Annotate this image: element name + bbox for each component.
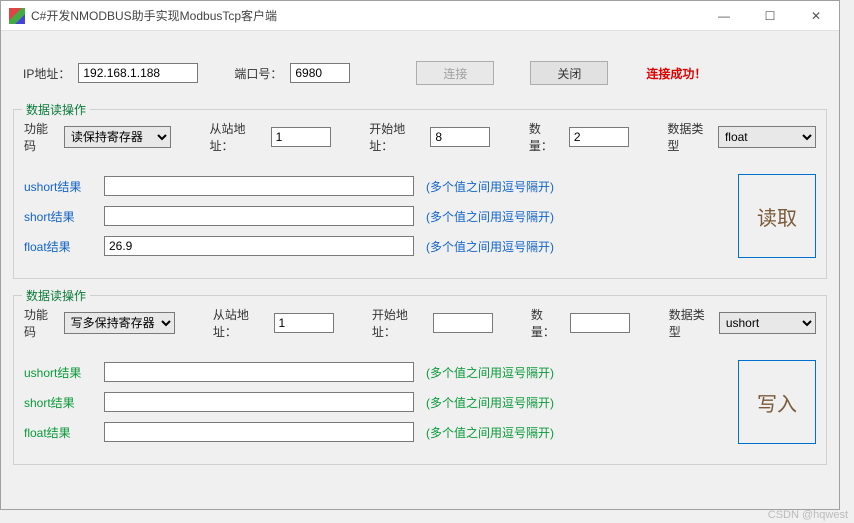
read-qty-label: 数量： xyxy=(529,120,561,154)
write-dtype-label: 数据类型 xyxy=(669,306,711,340)
write-func-select[interactable]: 写多保持寄存器 xyxy=(64,312,175,334)
write-legend: 数据读操作 xyxy=(22,287,90,304)
write-button[interactable]: 写入 xyxy=(738,360,816,444)
read-results: ushort结果 (多个值之间用逗号隔开) short结果 (多个值之间用逗号隔… xyxy=(24,166,724,266)
ip-label: IP地址： xyxy=(23,65,70,82)
read-slave-label: 从站地址： xyxy=(209,120,262,154)
write-short-label: short结果 xyxy=(24,394,100,411)
write-float-label: float结果 xyxy=(24,424,100,441)
window-controls: — ☐ ✕ xyxy=(701,1,839,31)
read-slave-input[interactable] xyxy=(271,127,331,147)
read-groupbox: 数据读操作 功能码 读保持寄存器 从站地址： 开始地址： 数量： 数据类型 fl… xyxy=(13,109,827,279)
write-func-label: 功能码 xyxy=(24,306,56,340)
app-window: C#开发NMODBUS助手实现ModbusTcp客户端 — ☐ ✕ IP地址： … xyxy=(0,0,840,510)
write-qty-input[interactable] xyxy=(570,313,630,333)
write-groupbox: 数据读操作 功能码 写多保持寄存器 从站地址： 开始地址： 数量： 数据类型 u… xyxy=(13,295,827,465)
write-short-input[interactable] xyxy=(104,392,414,412)
connect-button[interactable]: 连接 xyxy=(416,61,494,85)
write-params: 功能码 写多保持寄存器 从站地址： 开始地址： 数量： 数据类型 ushort xyxy=(24,306,816,340)
read-params: 功能码 读保持寄存器 从站地址： 开始地址： 数量： 数据类型 float xyxy=(24,120,816,154)
close-button[interactable]: 关闭 xyxy=(530,61,608,85)
read-short-label: short结果 xyxy=(24,208,100,225)
write-float-input[interactable] xyxy=(104,422,414,442)
read-qty-input[interactable] xyxy=(569,127,629,147)
write-qty-label: 数量： xyxy=(531,306,563,340)
write-short-hint: (多个值之间用逗号隔开) xyxy=(426,394,554,411)
read-dtype-label: 数据类型 xyxy=(667,120,710,154)
read-button[interactable]: 读取 xyxy=(738,174,816,258)
read-float-hint: (多个值之间用逗号隔开) xyxy=(426,238,554,255)
minimize-button[interactable]: — xyxy=(701,1,747,31)
app-icon xyxy=(9,8,25,24)
client-area: IP地址： 端口号： 连接 关闭 连接成功！ 数据读操作 功能码 读保持寄存器 … xyxy=(1,31,839,509)
read-start-input[interactable] xyxy=(430,127,490,147)
write-slave-label: 从站地址： xyxy=(213,306,266,340)
write-ushort-hint: (多个值之间用逗号隔开) xyxy=(426,364,554,381)
read-legend: 数据读操作 xyxy=(22,101,90,118)
write-start-label: 开始地址： xyxy=(372,306,425,340)
read-short-input[interactable] xyxy=(104,206,414,226)
window-title: C#开发NMODBUS助手实现ModbusTcp客户端 xyxy=(31,7,701,24)
read-ushort-hint: (多个值之间用逗号隔开) xyxy=(426,178,554,195)
write-ushort-input[interactable] xyxy=(104,362,414,382)
write-slave-input[interactable] xyxy=(274,313,334,333)
write-results: ushort结果 (多个值之间用逗号隔开) short结果 (多个值之间用逗号隔… xyxy=(24,352,724,452)
maximize-button[interactable]: ☐ xyxy=(747,1,793,31)
write-dtype-select[interactable]: ushort xyxy=(719,312,816,334)
read-ushort-input[interactable] xyxy=(104,176,414,196)
close-window-button[interactable]: ✕ xyxy=(793,1,839,31)
connection-row: IP地址： 端口号： 连接 关闭 连接成功！ xyxy=(13,43,827,105)
port-input[interactable] xyxy=(290,63,350,83)
read-float-label: float结果 xyxy=(24,238,100,255)
read-dtype-select[interactable]: float xyxy=(718,126,816,148)
titlebar: C#开发NMODBUS助手实现ModbusTcp客户端 — ☐ ✕ xyxy=(1,1,839,31)
read-ushort-label: ushort结果 xyxy=(24,178,100,195)
port-label: 端口号： xyxy=(234,65,282,82)
read-short-hint: (多个值之间用逗号隔开) xyxy=(426,208,554,225)
read-func-select[interactable]: 读保持寄存器 xyxy=(64,126,171,148)
write-ushort-label: ushort结果 xyxy=(24,364,100,381)
connection-status: 连接成功！ xyxy=(646,65,706,82)
write-float-hint: (多个值之间用逗号隔开) xyxy=(426,424,554,441)
write-start-input[interactable] xyxy=(433,313,493,333)
read-func-label: 功能码 xyxy=(24,120,56,154)
read-float-input[interactable] xyxy=(104,236,414,256)
read-start-label: 开始地址： xyxy=(369,120,422,154)
watermark: CSDN @hqwest xyxy=(768,509,848,521)
ip-input[interactable] xyxy=(78,63,198,83)
